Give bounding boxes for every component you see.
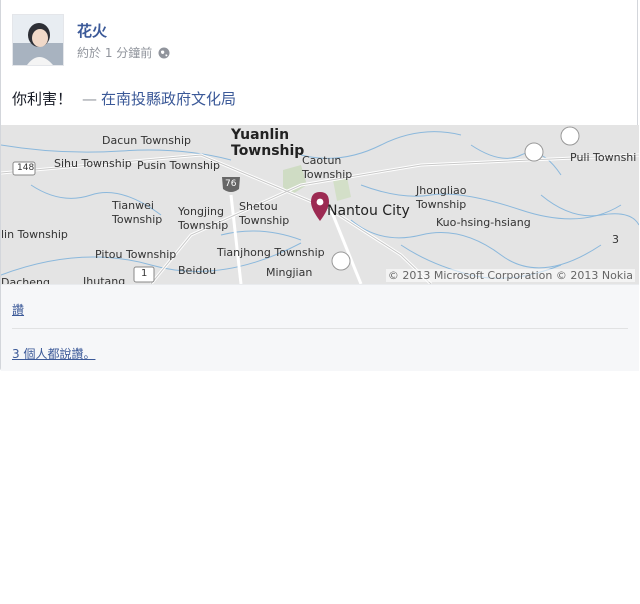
map-label-kuo: Kuo-hsing-hsiang [436, 216, 531, 229]
map-label-pusin: Pusin Township [137, 159, 220, 172]
route-1-label: 1 [141, 268, 148, 279]
post-card: 花火 約於 1 分鐘前 你利害！ — 在南投縣政府文化局 Yuanlin Tow… [0, 0, 639, 371]
route-76-label: 76 [225, 179, 237, 189]
timestamp[interactable]: 約於 1 分鐘前 [77, 44, 152, 61]
map-label-caotun: Caotun Township [302, 154, 353, 181]
map-label-ihutang: Ihutang [83, 275, 126, 284]
map-label-nantou: Nantou City [327, 203, 410, 219]
map-label-lin: lin Township [1, 228, 68, 241]
route-148-label: 148 [17, 163, 35, 173]
globe-icon[interactable] [158, 47, 170, 59]
map-label-yongjing: Yongjing Township [178, 205, 229, 232]
author-name[interactable]: 花火 [77, 20, 107, 41]
map-label-tianjhong: Tianjhong Township [217, 246, 325, 259]
like-button[interactable]: 讚 [12, 301, 24, 318]
map-label-yuanlin: Yuanlin Township [231, 127, 305, 159]
map-label-tianwei: Tianwei Township [112, 199, 163, 226]
map-label-pitou: Pitou Township [95, 248, 177, 261]
map-label-dacheng: Dacheng [1, 276, 50, 284]
map-label-puli: Puli Townshi [570, 151, 637, 164]
map-label-shetou: Shetou Township [239, 200, 290, 227]
status-message: 你利害！ — 在南投縣政府文化局 [12, 88, 236, 109]
status-text: 你利害！ [12, 90, 73, 108]
separator: — [82, 90, 98, 108]
map-label-beidou: Beidou [178, 264, 217, 277]
post-footer: 讚 3 個人都說讚。 [1, 284, 639, 371]
route-3-label: 3 [612, 233, 619, 246]
like-count-link[interactable]: 3 個人都說讚。 [12, 345, 95, 362]
map-label-jhongliao: Jhongliao Township [416, 184, 467, 211]
avatar[interactable] [12, 14, 64, 66]
divider [12, 328, 628, 329]
location-map[interactable]: Yuanlin Township Dacun Township Caotun T… [1, 125, 639, 284]
map-label-dacun: Dacun Township [102, 134, 191, 147]
map-copyright: © 2013 Microsoft Corporation © 2013 Noki… [385, 269, 635, 282]
post-meta: 約於 1 分鐘前 [77, 44, 170, 61]
location-link[interactable]: 在南投縣政府文化局 [101, 90, 236, 108]
map-label-sihu: Sihu Township [54, 157, 132, 170]
map-label-mingjian: Mingjian [266, 266, 313, 279]
